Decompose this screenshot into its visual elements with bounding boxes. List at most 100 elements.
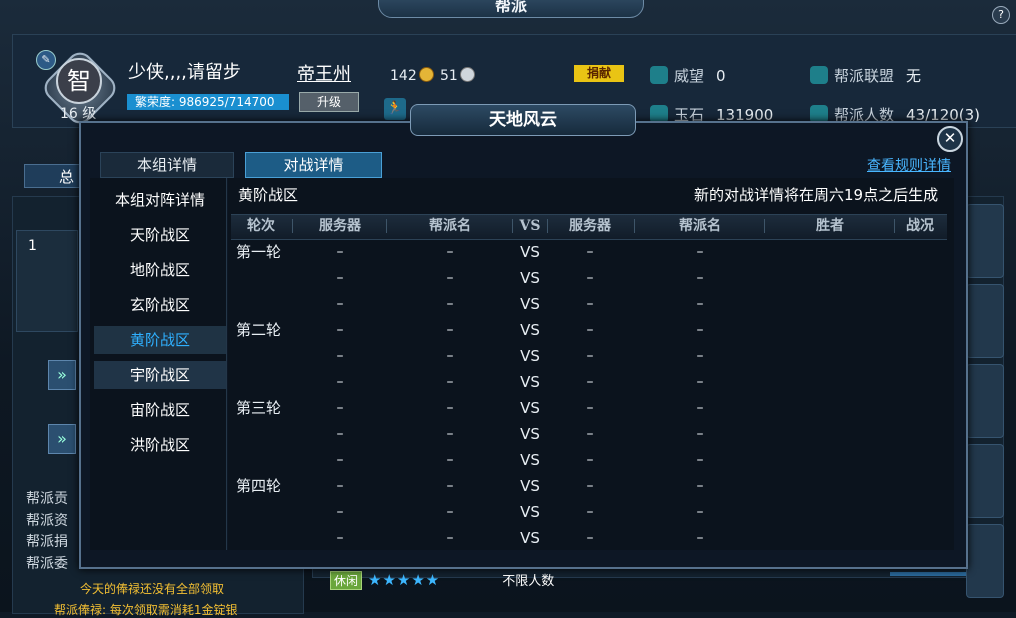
rank-number: 1	[28, 238, 37, 254]
nav-item-xuan-zone[interactable]: 玄阶战区	[94, 291, 226, 319]
cell-vs: VS	[520, 347, 540, 365]
cell-guild-b: –	[696, 322, 704, 338]
alliance-stat: 帮派联盟无	[810, 65, 921, 86]
cell-vs: VS	[520, 373, 540, 391]
cell-server-a: –	[336, 452, 344, 468]
difficulty-stars: ★★★★★	[368, 571, 441, 589]
cell-guild-b: –	[696, 374, 704, 390]
cell-guild-b: –	[696, 530, 704, 546]
alliance-value: 无	[906, 67, 922, 85]
expand-arrow-icon[interactable]: »	[48, 360, 76, 390]
cell-server-a: –	[336, 400, 344, 416]
cell-round	[236, 447, 296, 473]
side-tile[interactable]	[966, 524, 1004, 598]
cell-guild-a: –	[446, 322, 454, 338]
guild-name-link[interactable]: 帝王州	[297, 60, 351, 86]
cell-server-b: –	[586, 348, 594, 364]
cell-server-b: –	[586, 504, 594, 520]
upgrade-button[interactable]: 升级	[299, 92, 359, 112]
nav-item-di-zone[interactable]: 地阶战区	[94, 256, 226, 284]
help-icon[interactable]: ?	[992, 6, 1010, 24]
cell-guild-a: –	[446, 530, 454, 546]
alliance-label: 帮派联盟	[834, 67, 895, 85]
avatar-class-char: 智	[56, 58, 102, 104]
leisure-badge: 休闲	[330, 571, 363, 590]
guild-window-title: 帮派	[378, 0, 644, 18]
cell-round	[236, 421, 296, 447]
cell-vs: VS	[520, 529, 540, 547]
tab-battle-details[interactable]: 对战详情	[245, 152, 382, 178]
cell-vs: VS	[520, 243, 540, 261]
col-guild-b: 帮派名	[679, 218, 721, 234]
rank-box	[16, 230, 78, 332]
prestige-stat: 威望 0	[650, 65, 726, 86]
cell-round	[236, 369, 296, 395]
prestige-label: 威望	[674, 67, 705, 85]
side-tile[interactable]	[966, 204, 1004, 278]
col-vs: VS	[519, 218, 541, 234]
salary-notice: 今天的俸禄还没有全部领取	[80, 582, 225, 596]
col-guild-a: 帮派名	[429, 218, 471, 234]
cell-round	[236, 499, 296, 525]
cell-round	[236, 525, 296, 551]
cell-guild-b: –	[696, 504, 704, 520]
cell-round: 第一轮	[236, 243, 282, 261]
edit-pencil-icon[interactable]: ✎	[36, 50, 56, 70]
col-round: 轮次	[247, 218, 275, 234]
column-divider	[292, 219, 293, 233]
nav-item-tian-zone[interactable]: 天阶战区	[94, 221, 226, 249]
activity-progress-bar	[890, 572, 966, 576]
view-rules-link[interactable]: 查看规则详情	[867, 155, 951, 175]
prosperity-bar: 繁荣度: 986925/714700	[127, 94, 289, 110]
side-tiles	[966, 204, 1004, 598]
cell-guild-b: –	[696, 426, 704, 442]
cell-guild-b: –	[696, 270, 704, 286]
nav-item-huang-zone[interactable]: 黄阶战区	[94, 326, 226, 354]
guild-donation-label: 帮派捐	[26, 534, 68, 550]
cell-server-b: –	[586, 244, 594, 260]
unlimited-players-label: 不限人数	[502, 574, 555, 589]
cell-guild-a: –	[446, 374, 454, 390]
side-tile[interactable]	[966, 364, 1004, 438]
cell-server-a: –	[336, 504, 344, 520]
cell-guild-b: –	[696, 296, 704, 312]
cell-server-b: –	[586, 452, 594, 468]
player-name: 少侠,,,,请留步	[128, 62, 241, 83]
cell-guild-b: –	[696, 452, 704, 468]
cell-server-a: –	[336, 426, 344, 442]
nav-item-group-matchups[interactable]: 本组对阵详情	[94, 186, 226, 214]
runner-icon[interactable]: 🏃	[384, 98, 406, 120]
cell-guild-a: –	[446, 348, 454, 364]
cell-server-a: –	[336, 348, 344, 364]
col-server-b: 服务器	[569, 218, 611, 234]
player-level: 16 级	[60, 106, 97, 122]
col-status: 战况	[906, 218, 934, 234]
expand-arrow-icon[interactable]: »	[48, 424, 76, 454]
close-icon[interactable]: ✕	[937, 126, 963, 152]
cell-server-b: –	[586, 400, 594, 416]
nav-item-zhou-zone[interactable]: 宙阶战区	[94, 396, 226, 424]
side-tile[interactable]	[966, 284, 1004, 358]
cell-server-a: –	[336, 296, 344, 312]
cell-round	[236, 291, 296, 317]
column-divider	[634, 219, 635, 233]
col-server-a: 服务器	[319, 218, 361, 234]
cell-vs: VS	[520, 295, 540, 313]
cell-guild-a: –	[446, 452, 454, 468]
donate-button[interactable]: 捐献	[574, 65, 624, 82]
cell-round	[236, 265, 296, 291]
nav-item-yu-zone[interactable]: 宇阶战区	[94, 361, 226, 389]
activity-row: 休闲 ★★★★★ 不限人数	[330, 570, 554, 590]
nav-item-hong-zone[interactable]: 洪阶战区	[94, 431, 226, 459]
cell-server-a: –	[336, 374, 344, 390]
side-tile[interactable]	[966, 444, 1004, 518]
tab-group-details[interactable]: 本组详情	[100, 152, 234, 178]
guild-contribution-label: 帮派贡	[26, 491, 68, 507]
salary-cost-notice: 帮派俸禄: 每次领取需消耗1金锭银	[54, 603, 238, 617]
column-divider	[764, 219, 765, 233]
guild-committee-label: 帮派委	[26, 556, 68, 572]
cell-vs: VS	[520, 321, 540, 339]
flame-icon	[650, 66, 668, 84]
cell-guild-a: –	[446, 478, 454, 494]
cell-round: 第四轮	[236, 477, 282, 495]
